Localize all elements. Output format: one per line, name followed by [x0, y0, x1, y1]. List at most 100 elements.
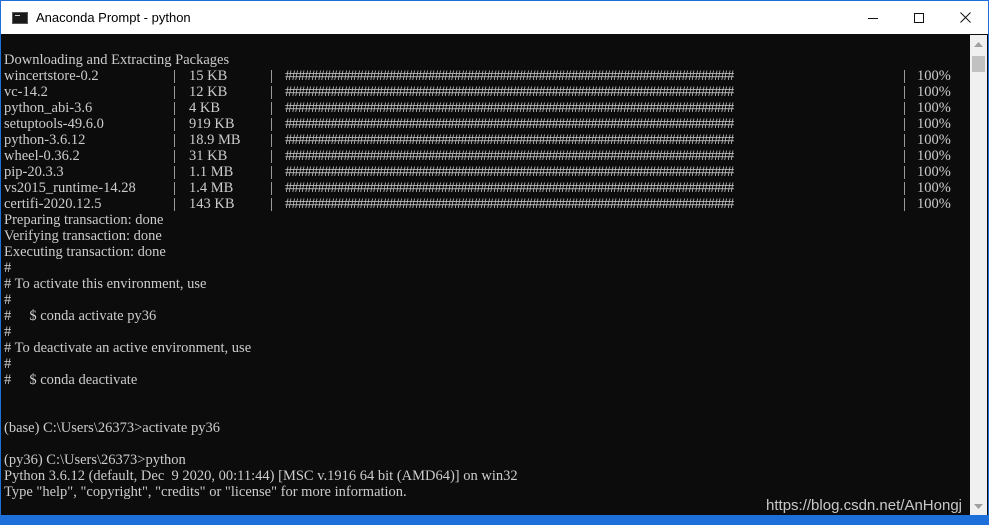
terminal-line: # To activate this environment, use: [4, 276, 207, 292]
column-separator: |: [173, 180, 176, 196]
terminal-line: # $ conda activate py36: [4, 308, 157, 324]
package-row: python_abi-3.6 | 4 KB | ####################…: [2, 100, 963, 116]
progress-bar: ########################################…: [285, 132, 734, 148]
package-size: 4 KB: [189, 100, 221, 116]
package-row: certifi-2020.12.5 | 143 KB | ###############…: [2, 196, 963, 212]
column-separator: |: [903, 180, 906, 196]
python-prompt-line[interactable]: >>>: [4, 500, 68, 515]
package-row: pip-20.3.3 | 1.1 MB | ######################…: [2, 164, 963, 180]
package-name: vc-14.2: [4, 84, 48, 100]
progress-percent: 100%: [917, 164, 951, 180]
package-row: vs2015_runtime-14.28 | 1.4 MB | ############…: [2, 180, 963, 196]
progress-bar: ########################################…: [285, 100, 734, 116]
column-separator: |: [270, 132, 273, 148]
console-window: Anaconda Prompt - python Downloading and…: [0, 0, 989, 525]
column-separator: |: [173, 164, 176, 180]
column-separator: |: [903, 100, 906, 116]
column-separator: |: [903, 196, 906, 212]
package-size: 15 KB: [189, 68, 228, 84]
maximize-button[interactable]: [896, 1, 942, 34]
terminal-line: Type "help", "copyright", "credits" or "…: [4, 484, 407, 500]
window-bottom-border: [1, 515, 988, 524]
column-separator: |: [270, 68, 273, 84]
package-size: 18.9 MB: [189, 132, 241, 148]
progress-percent: 100%: [917, 196, 951, 212]
column-separator: |: [270, 84, 273, 100]
close-icon: [959, 12, 971, 23]
column-separator: |: [903, 148, 906, 164]
terminal-output[interactable]: Downloading and Extracting Packages winc…: [2, 35, 963, 515]
column-separator: |: [903, 68, 906, 84]
column-separator: |: [173, 148, 176, 164]
package-row: vc-14.2 | 12 KB | ##########################…: [2, 84, 963, 100]
column-separator: |: [270, 100, 273, 116]
package-size: 1.1 MB: [189, 164, 234, 180]
package-name: python-3.6.12: [4, 132, 86, 148]
terminal-line: #: [4, 260, 12, 276]
column-separator: |: [903, 132, 906, 148]
column-separator: |: [270, 180, 273, 196]
progress-percent: 100%: [917, 148, 951, 164]
column-separator: |: [173, 84, 176, 100]
package-row: wincertstore-0.2 | 15 KB | #################…: [2, 68, 963, 84]
column-separator: |: [173, 100, 176, 116]
package-row: setuptools-49.6.0 | 919 KB | ###############…: [2, 116, 963, 132]
progress-percent: 100%: [917, 84, 951, 100]
package-name: setuptools-49.6.0: [4, 116, 104, 132]
terminal-line: #: [4, 324, 12, 340]
progress-bar: ########################################…: [285, 196, 734, 212]
vertical-scrollbar[interactable]: [970, 35, 987, 515]
console-icon[interactable]: [12, 11, 28, 24]
column-separator: |: [903, 84, 906, 100]
progress-bar: ########################################…: [285, 148, 734, 164]
column-separator: |: [173, 68, 176, 84]
window-controls: [850, 1, 988, 34]
package-name: vs2015_runtime-14.28: [4, 180, 136, 196]
package-name: wincertstore-0.2: [4, 68, 99, 84]
column-separator: |: [173, 196, 176, 212]
column-separator: |: [270, 196, 273, 212]
scroll-down-button[interactable]: [970, 498, 987, 515]
progress-bar: ########################################…: [285, 180, 734, 196]
progress-percent: 100%: [917, 116, 951, 132]
terminal-line: (base) C:\Users\26373>activate py36: [4, 420, 220, 436]
column-separator: |: [903, 164, 906, 180]
progress-percent: 100%: [917, 68, 951, 84]
terminal-line: # To deactivate an active environment, u…: [4, 340, 252, 356]
package-row: wheel-0.36.2 | 31 KB | #####################…: [2, 148, 963, 164]
terminal-line: # $ conda deactivate: [4, 372, 138, 388]
progress-percent: 100%: [917, 132, 951, 148]
download-header: Downloading and Extracting Packages: [4, 52, 230, 68]
terminal-line: #: [4, 356, 12, 372]
chevron-down-icon: [974, 503, 983, 509]
progress-bar: ########################################…: [285, 68, 734, 84]
chevron-up-icon: [974, 41, 983, 47]
progress-percent: 100%: [917, 180, 951, 196]
maximize-icon: [914, 12, 924, 23]
terminal-line: (py36) C:\Users\26373>python: [4, 452, 186, 468]
watermark-text: https://blog.csdn.net/AnHongj: [766, 497, 962, 514]
terminal-line: Verifying transaction: done: [4, 228, 162, 244]
progress-percent: 100%: [917, 100, 951, 116]
package-size: 143 KB: [189, 196, 235, 212]
package-name: pip-20.3.3: [4, 164, 64, 180]
scrollbar-thumb[interactable]: [972, 56, 985, 72]
package-name: wheel-0.36.2: [4, 148, 80, 164]
scroll-up-button[interactable]: [970, 35, 987, 52]
package-size: 1.4 MB: [189, 180, 234, 196]
minimize-button[interactable]: [850, 1, 896, 34]
package-row: python-3.6.12 | 18.9 MB | ##################…: [2, 132, 963, 148]
close-button[interactable]: [942, 1, 988, 34]
column-separator: |: [173, 116, 176, 132]
column-separator: |: [270, 116, 273, 132]
package-name: certifi-2020.12.5: [4, 196, 102, 212]
package-size: 31 KB: [189, 148, 228, 164]
column-separator: |: [270, 148, 273, 164]
window-title: Anaconda Prompt - python: [36, 10, 191, 25]
progress-bar: ########################################…: [285, 164, 734, 180]
minimize-icon: [868, 17, 878, 19]
title-bar[interactable]: Anaconda Prompt - python: [1, 1, 988, 34]
package-size: 919 KB: [189, 116, 235, 132]
terminal-line: Executing transaction: done: [4, 244, 166, 260]
column-separator: |: [270, 164, 273, 180]
